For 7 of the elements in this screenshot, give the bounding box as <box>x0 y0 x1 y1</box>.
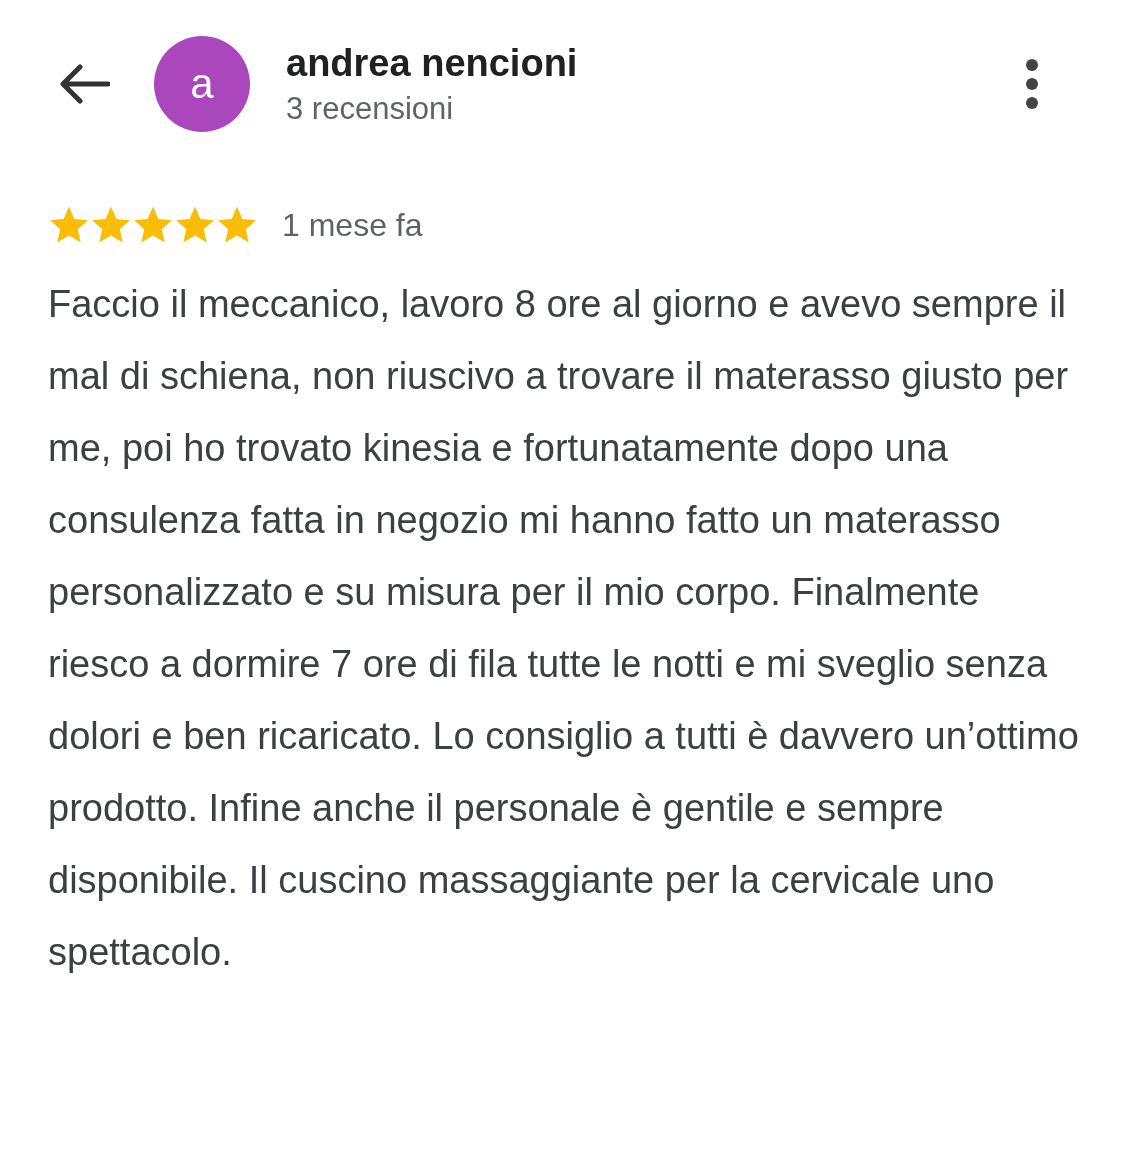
review-text: Faccio il meccanico, lavoro 8 ore al giorno e avevo sempre il mal di schiena, non riuscivo a trovare il materasso giusto per me, poi ho trovato kinesia e fortunatamente dopo una consulenza fatta in negozio mi hanno fatto un materasso personalizzato e su misura per il mio corpo. Finalmente riesco a dormire 7 ore di fila tutte le notti e mi sveglio senza dolori e ben ricaricato. Lo consiglio a tutti è davvero un’ottimo prodotto. Infine anche il personale è gentile e sempre disponibile. Il cuscino massaggiante per la cervicale uno spettacolo. <box>48 282 1080 975</box>
more-icon[interactable] <box>1025 58 1039 110</box>
back-icon[interactable] <box>58 64 110 104</box>
review-time: 1 mese fa <box>282 206 423 244</box>
review-count: 3 recensioni <box>286 90 455 127</box>
avatar: a <box>154 36 250 132</box>
reviewer-name: andrea nencioni <box>286 41 579 85</box>
